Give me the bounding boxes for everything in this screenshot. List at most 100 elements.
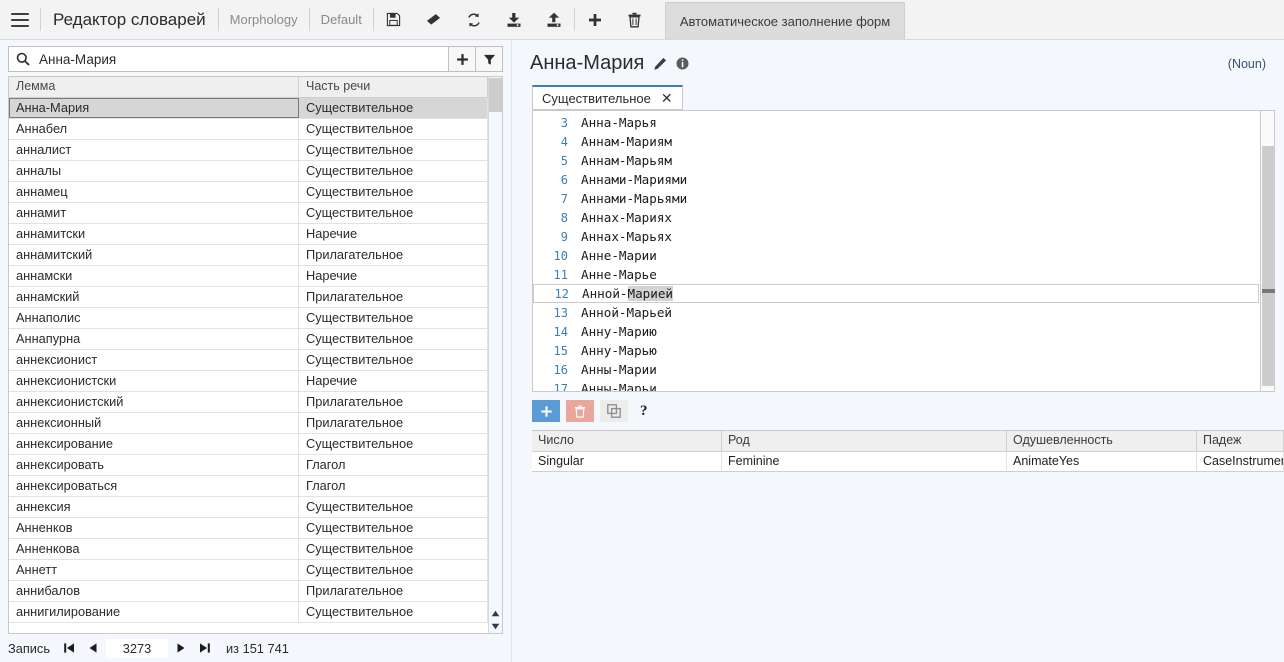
property-column-header[interactable]: Число	[532, 431, 722, 452]
table-row[interactable]: анналы Существительное	[9, 161, 488, 182]
scrollbar-thumb[interactable]	[489, 78, 502, 112]
add-form-button[interactable]	[532, 400, 560, 422]
add-record-button[interactable]	[575, 0, 615, 40]
editor-line[interactable]: 6 Аннами-Мариями	[533, 170, 1260, 189]
editor-line[interactable]: 16 Анны-Марии	[533, 360, 1260, 379]
table-row[interactable]: аннексионист Существительное	[9, 350, 488, 371]
cell-pos: Существительное	[299, 119, 488, 139]
table-row[interactable]: аннексироваться Глагол	[9, 476, 488, 497]
property-value-cell[interactable]: CaseInstrumental	[1197, 452, 1284, 472]
table-row[interactable]: аннексия Существительное	[9, 497, 488, 518]
editor-line[interactable]: 14 Анну-Марию	[533, 322, 1260, 341]
cell-pos: Существительное	[299, 350, 488, 370]
table-row[interactable]: аннамски Наречие	[9, 266, 488, 287]
lemma-list-scrollbar[interactable]	[488, 76, 503, 634]
delete-record-button[interactable]	[615, 0, 655, 40]
table-row[interactable]: Аннабел Существительное	[9, 119, 488, 140]
table-row[interactable]: аннигилирование Существительное	[9, 602, 488, 623]
table-row[interactable]: аннексионистский Прилагательное	[9, 392, 488, 413]
table-row[interactable]: аннамит Существительное	[9, 203, 488, 224]
refresh-button[interactable]	[454, 0, 494, 40]
cell-lemma: аннамит	[9, 203, 299, 223]
tab-close-icon[interactable]: ✕	[661, 91, 673, 105]
editor-scrollbar-thumb[interactable]	[1262, 146, 1275, 386]
copy-form-button[interactable]	[600, 400, 628, 422]
first-record-icon	[64, 643, 74, 653]
eraser-button[interactable]	[414, 0, 454, 40]
tab-noun[interactable]: Существительное ✕	[532, 85, 683, 110]
editor-line-active[interactable]: 12 Анной-Марией	[533, 284, 1259, 303]
table-row[interactable]: аннамитский Прилагательное	[9, 245, 488, 266]
mode-morphology[interactable]: Morphology	[219, 0, 309, 39]
mode-default[interactable]: Default	[310, 0, 373, 39]
property-value-cell[interactable]: Singular	[532, 452, 722, 472]
search-row	[0, 40, 511, 76]
next-record-button[interactable]	[170, 638, 192, 658]
first-record-button[interactable]	[58, 638, 80, 658]
table-row[interactable]: Аннаполис Существительное	[9, 308, 488, 329]
scroll-up-arrow-icon[interactable]	[489, 607, 502, 620]
editor-line[interactable]: 7 Аннами-Марьями	[533, 189, 1260, 208]
editor-line[interactable]: 5 Аннам-Марьям	[533, 151, 1260, 170]
table-row[interactable]: анналист Существительное	[9, 140, 488, 161]
column-header-lemma[interactable]: Лемма	[9, 77, 299, 98]
word-form-text: Аннах-Мариях	[581, 210, 672, 225]
table-row[interactable]: аннамитски Наречие	[9, 224, 488, 245]
table-row[interactable]: аннибалов Прилагательное	[9, 581, 488, 602]
editor-line[interactable]: 17 Анны-Марьи	[533, 379, 1260, 391]
delete-form-button[interactable]	[566, 400, 594, 422]
table-row[interactable]: аннамский Прилагательное	[9, 287, 488, 308]
column-header-pos[interactable]: Часть речи	[299, 77, 488, 98]
property-value-cell[interactable]: Feminine	[722, 452, 1007, 472]
help-icon[interactable]: ?	[640, 403, 648, 420]
cell-pos: Существительное	[299, 434, 488, 454]
search-filter-button[interactable]	[476, 46, 503, 72]
table-row[interactable]: аннексионистски Наречие	[9, 371, 488, 392]
import-button[interactable]	[494, 0, 534, 40]
search-input[interactable]	[37, 48, 448, 70]
table-row[interactable]: Анненкова Существительное	[9, 539, 488, 560]
table-row[interactable]: Аннапурна Существительное	[9, 329, 488, 350]
table-row[interactable]: аннамец Существительное	[9, 182, 488, 203]
edit-title-button[interactable]	[653, 57, 667, 71]
editor-line[interactable]: 8 Аннах-Мариях	[533, 208, 1260, 227]
save-icon	[387, 12, 401, 27]
hamburger-menu-icon[interactable]	[0, 0, 40, 39]
editor-scrollbar[interactable]	[1260, 110, 1275, 392]
table-row[interactable]: аннексирование Существительное	[9, 434, 488, 455]
editor-line[interactable]: 4 Аннам-Мариям	[533, 132, 1260, 151]
table-row[interactable]: аннексировать Глагол	[9, 455, 488, 476]
last-record-button[interactable]	[194, 638, 216, 658]
property-value-cell[interactable]: AnimateYes	[1007, 452, 1197, 472]
editor-line[interactable]: 9 Аннах-Марьях	[533, 227, 1260, 246]
property-column-header[interactable]: Род	[722, 431, 1007, 452]
record-total-label: из 151 741	[226, 640, 289, 656]
info-button[interactable]	[676, 57, 689, 70]
search-add-button[interactable]	[449, 46, 476, 72]
export-button[interactable]	[534, 0, 574, 40]
previous-record-button[interactable]	[82, 638, 104, 658]
scroll-down-arrow-icon[interactable]	[489, 620, 502, 633]
record-number-input[interactable]	[106, 638, 168, 658]
table-row[interactable]: Анна-Мария Существительное	[9, 98, 488, 119]
search-icon[interactable]	[9, 47, 37, 71]
table-row[interactable]: Аннетт Существительное	[9, 560, 488, 581]
editor-line[interactable]: 15 Анну-Марью	[533, 341, 1260, 360]
search-box[interactable]	[8, 46, 449, 72]
auto-fill-forms-button[interactable]: Автоматическое заполнение форм	[664, 2, 906, 39]
editor-line[interactable]: 3 Анна-Марья	[533, 113, 1260, 132]
properties-value-row[interactable]: SingularFeminineAnimateYesCaseInstrument…	[532, 452, 1284, 472]
app-title: Редактор словарей	[53, 9, 206, 29]
scrollbar-track[interactable]	[489, 112, 502, 607]
table-row[interactable]: аннексионный Прилагательное	[9, 413, 488, 434]
property-column-header[interactable]: Падеж	[1197, 431, 1284, 452]
dictionary-editor-window: Редактор словарей Morphology Default Авт…	[0, 0, 1284, 662]
editor-line[interactable]: 11 Анне-Марье	[533, 265, 1260, 284]
editor-line[interactable]: 13 Анной-Марьей	[533, 303, 1260, 322]
cell-lemma: аннексия	[9, 497, 299, 517]
property-column-header[interactable]: Одушевленность	[1007, 431, 1197, 452]
table-row[interactable]: Анненков Существительное	[9, 518, 488, 539]
word-forms-editor[interactable]: 3 Анна-Марья 4 Аннам-Мариям 5 Аннам-Марьям 6 Ан…	[532, 110, 1260, 392]
editor-line[interactable]: 10 Анне-Марии	[533, 246, 1260, 265]
save-button[interactable]	[374, 0, 414, 40]
